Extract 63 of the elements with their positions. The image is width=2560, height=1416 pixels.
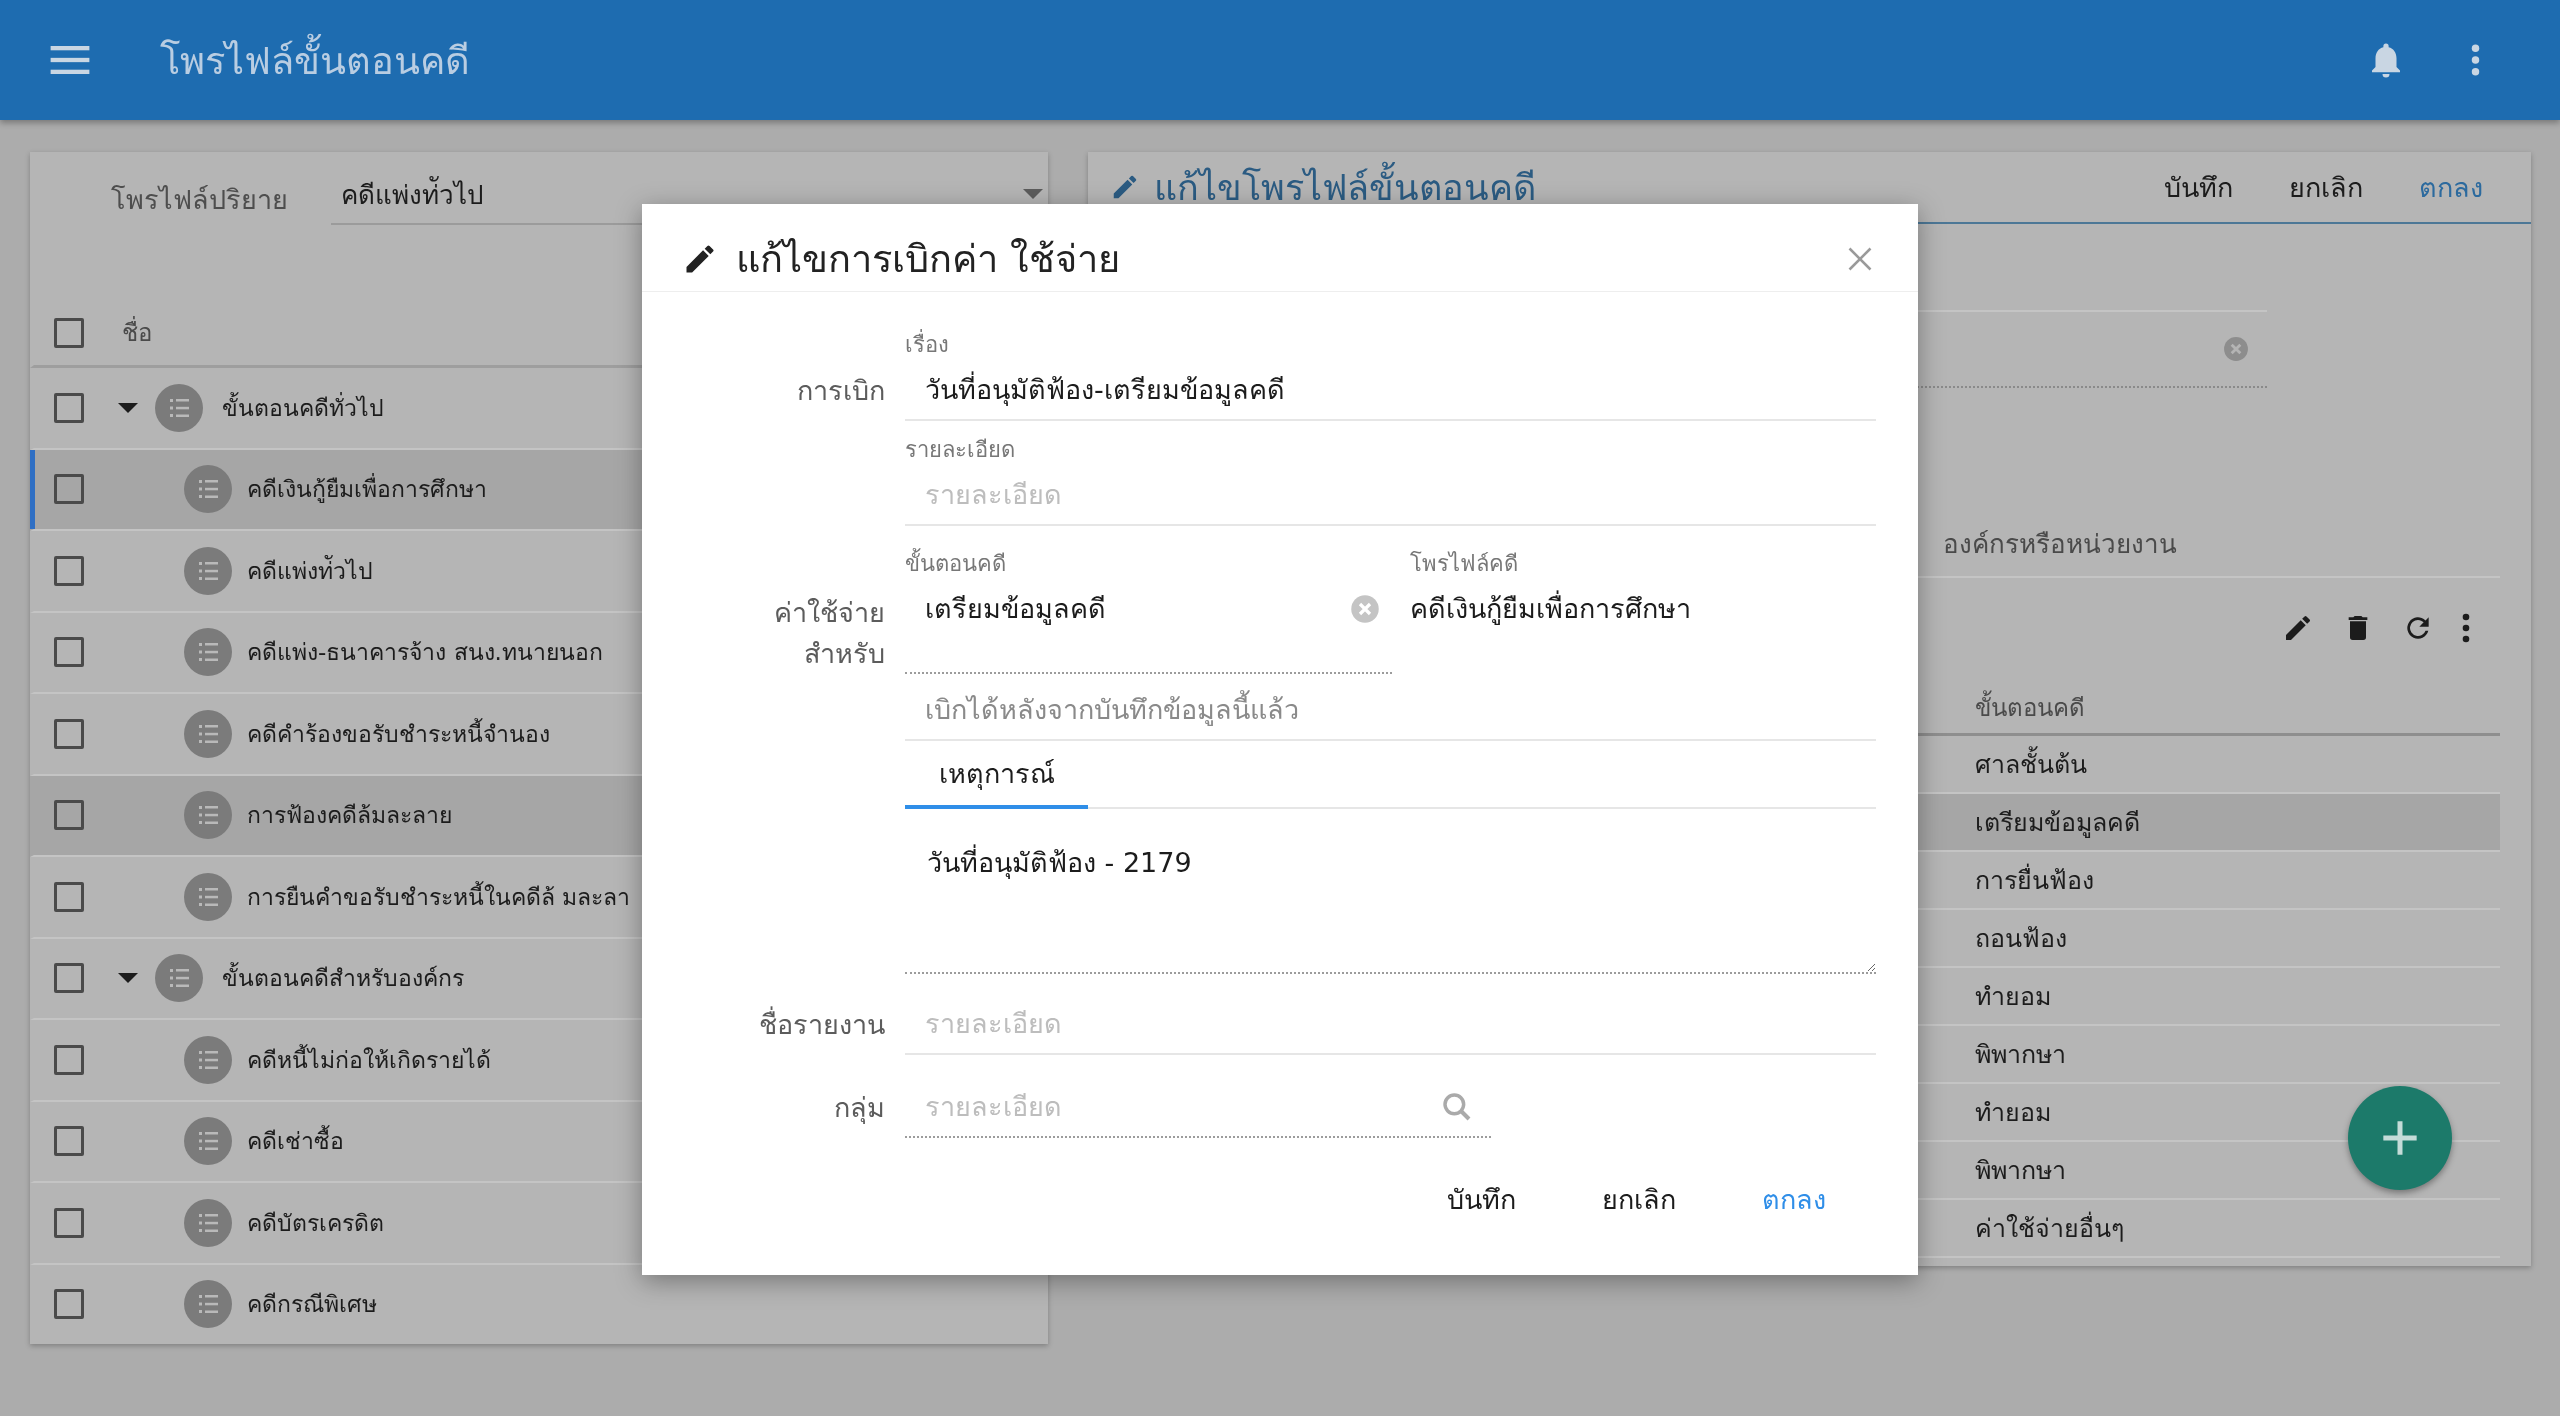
checkbox[interactable] bbox=[54, 800, 84, 831]
tree-item-label: คดีแพ่ง-ธนาคารจ้าง สนง.ทนายนอก bbox=[247, 638, 603, 668]
tree-item-label: คดีเช่าซื้อ bbox=[247, 1123, 344, 1160]
checkbox[interactable] bbox=[54, 1289, 84, 1320]
checkbox[interactable] bbox=[54, 1126, 84, 1157]
tree-group-label: ขั้นตอนคดีทั่วไป bbox=[222, 391, 384, 423]
checkbox[interactable] bbox=[54, 718, 84, 749]
field-value: คดีเงินกู้ยืมเพื่อการศึกษา bbox=[1410, 579, 1876, 672]
list-icon bbox=[184, 872, 232, 921]
plus-icon bbox=[2380, 1118, 2420, 1158]
add-button[interactable] bbox=[2348, 1086, 2452, 1190]
profile-field[interactable]: โพรไฟล์คดี คดีเงินกู้ยืมเพื่อการศึกษา bbox=[1410, 549, 1876, 674]
menu-icon[interactable] bbox=[50, 46, 90, 74]
checkbox[interactable] bbox=[54, 392, 84, 423]
dialog-title: แก้ไขการเบิกค่า ใช้จ่าย bbox=[736, 236, 1121, 283]
tree-item-label: คดีหนี้ไม่ก่อให้เกิดรายได้ bbox=[247, 1043, 491, 1075]
detail-field[interactable]: รายละเอียด รายละเอียด bbox=[905, 435, 1876, 526]
checkbox[interactable] bbox=[54, 474, 84, 505]
panel-title: แก้ไขโพรไฟล์ขั้นตอนคดี bbox=[1154, 158, 1536, 216]
app-title: โพรไฟล์ขั้นตอนคดี bbox=[160, 29, 470, 91]
checkbox[interactable] bbox=[54, 317, 84, 348]
tree-item-label: การฟ้องคดีล้มละลาย bbox=[247, 801, 452, 831]
list-icon bbox=[184, 1280, 232, 1329]
text-button[interactable]: บันทึก bbox=[2136, 155, 2261, 219]
text-button[interactable]: ยกเลิก bbox=[1574, 1168, 1704, 1231]
caret-icon[interactable] bbox=[118, 973, 138, 984]
more-icon[interactable] bbox=[2471, 44, 2480, 76]
list-icon bbox=[184, 1035, 232, 1084]
checkbox[interactable] bbox=[54, 881, 84, 912]
tree-item-label: การยืนคำขอรับชำระหนี้ในคดีล้ มละลา bbox=[247, 880, 631, 912]
caret-icon bbox=[1023, 189, 1043, 199]
list-icon bbox=[155, 383, 203, 432]
search-icon[interactable] bbox=[1441, 1090, 1473, 1123]
step-field[interactable]: ขั้นตอนคดี เตรียมข้อมูลคดี bbox=[905, 549, 1392, 674]
tree-item-label: คดีคำร้องขอรับชำระหนี้จำนอง bbox=[247, 717, 550, 749]
checkbox[interactable] bbox=[54, 963, 84, 994]
text-button[interactable]: ยกเลิก bbox=[2261, 155, 2391, 219]
list-icon bbox=[184, 465, 232, 514]
more-icon[interactable] bbox=[2462, 612, 2470, 644]
column-header: ขั้นตอนคดี bbox=[1975, 688, 2085, 727]
field-label: องค์กรหรือหน่วยงาน bbox=[1943, 528, 2177, 561]
default-profile-label: โพรไฟล์ปริยาย bbox=[111, 182, 289, 217]
list-icon bbox=[184, 546, 232, 595]
subject-field[interactable]: เรื่อง วันที่อนุมัติฟ้อง-เตรียมข้อมูลคดี bbox=[905, 330, 1876, 421]
list-icon bbox=[155, 954, 203, 1003]
list-icon bbox=[184, 709, 232, 758]
checkbox[interactable] bbox=[54, 1044, 84, 1075]
tree-item-label: คดีบัตรเครดิต bbox=[247, 1208, 384, 1238]
list-icon bbox=[184, 791, 232, 840]
tree-item-label: คดีกรณีพิเศษ bbox=[247, 1290, 377, 1320]
text-button[interactable]: บันทึก bbox=[1419, 1168, 1544, 1231]
tree-item-label: คดีแพ่งท่ัวไป bbox=[247, 554, 373, 586]
list-icon bbox=[184, 628, 232, 677]
checkbox[interactable] bbox=[54, 1207, 84, 1238]
checkbox[interactable] bbox=[54, 637, 84, 668]
column-header: ชื่อ bbox=[122, 313, 152, 352]
checkbox[interactable] bbox=[54, 555, 84, 586]
tree-item-label: คดีเงินกู้ยืมเพื่อการศึกษา bbox=[247, 471, 487, 508]
caret-icon[interactable] bbox=[118, 402, 138, 413]
list-icon bbox=[184, 1117, 232, 1166]
tree-group-label: ขั้นตอนคดีสำหรับองค์กร bbox=[222, 960, 464, 997]
section-label: การเบิก bbox=[796, 374, 885, 408]
list-icon bbox=[184, 1198, 232, 1247]
